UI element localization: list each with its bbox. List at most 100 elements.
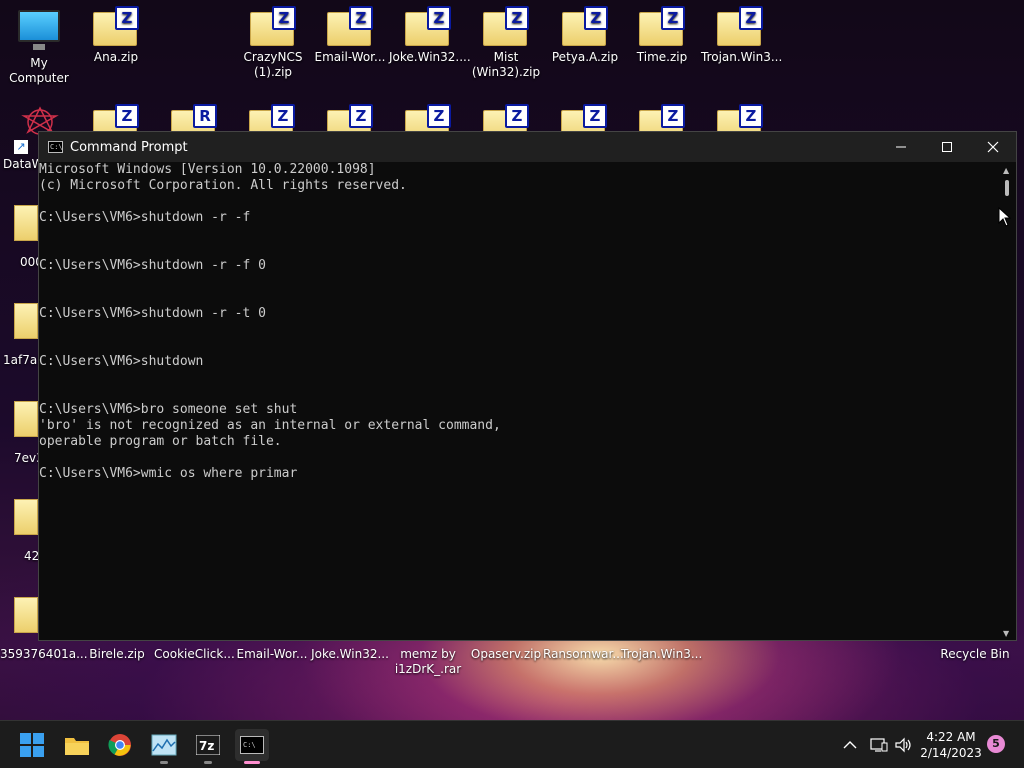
desktop-icon-label: Trojan.Win3... bbox=[701, 50, 783, 64]
desktop-icon-joke-win32-zip[interactable]: Z Joke.Win32.... bbox=[389, 6, 471, 65]
desktop-icon-time-zip[interactable]: Z Time.zip bbox=[623, 6, 701, 65]
terminal-icon: C:\ bbox=[240, 736, 264, 754]
task-manager-button[interactable] bbox=[147, 729, 181, 764]
zip-file-icon[interactable]: Z bbox=[326, 104, 374, 144]
console-line: C:\Users\VM6>shutdown -r -t 0 bbox=[39, 306, 266, 321]
console-line: C:\Users\VM6>shutdown -r -f 0 bbox=[39, 258, 266, 273]
zip-file-icon[interactable]: Z bbox=[482, 104, 530, 144]
file-explorer-button[interactable] bbox=[60, 729, 94, 761]
command-prompt-taskbar-button[interactable]: C:\ bbox=[235, 729, 269, 764]
desktop-icon-label[interactable]: Email-Wor... bbox=[232, 647, 312, 662]
console-output[interactable]: Microsoft Windows [Version 10.0.22000.10… bbox=[39, 162, 1000, 640]
console-line: (c) Microsoft Corporation. All rights re… bbox=[39, 178, 407, 193]
desktop-icon-label[interactable]: CookieClick... bbox=[154, 647, 235, 662]
desktop-icon-label[interactable]: Birele.zip bbox=[77, 647, 157, 662]
scrollbar-thumb[interactable] bbox=[1005, 180, 1009, 196]
start-button[interactable] bbox=[15, 729, 49, 761]
zip-file-icon[interactable]: Z bbox=[92, 104, 140, 144]
rar-file-icon[interactable]: R bbox=[170, 104, 218, 144]
folder-icon[interactable] bbox=[14, 401, 38, 437]
desktop-icon-petya-zip[interactable]: Z Petya.A.zip bbox=[546, 6, 624, 65]
console-line: Microsoft Windows [Version 10.0.22000.10… bbox=[39, 162, 376, 177]
vertical-scrollbar[interactable]: ▲ ▼ bbox=[999, 162, 1016, 640]
scroll-up-icon[interactable]: ▲ bbox=[1003, 166, 1009, 175]
desktop-icon-label: Email-Wor... bbox=[314, 50, 386, 64]
zip-file-icon[interactable]: Z bbox=[404, 104, 452, 144]
window-title: Command Prompt bbox=[70, 139, 188, 155]
7zip-icon: 7z bbox=[196, 735, 220, 755]
network-icon bbox=[870, 738, 888, 752]
shortcut-arrow-icon: ↗ bbox=[14, 140, 28, 154]
windows-logo-icon bbox=[20, 733, 44, 757]
console-line: 'bro' is not recognized as an internal o… bbox=[39, 418, 501, 433]
console-line: C:\Users\VM6>shutdown -r -f bbox=[39, 210, 251, 225]
chrome-icon bbox=[108, 734, 131, 756]
clock-date: 2/14/2023 bbox=[920, 746, 982, 760]
taskbar: 7z C:\ 4:22 AM 2/14/2023 bbox=[0, 720, 1024, 768]
desktop-icon-label[interactable]: Joke.Win32... bbox=[310, 647, 390, 662]
maximize-button[interactable] bbox=[924, 132, 970, 162]
minimize-icon bbox=[896, 146, 906, 148]
recycle-bin-label[interactable]: Recycle Bin bbox=[935, 647, 1015, 662]
desktop-icon-label: Mist (Win32).zip bbox=[471, 50, 541, 79]
console-line: C:\Users\VM6>shutdown bbox=[39, 354, 204, 369]
computer-icon bbox=[17, 8, 61, 52]
zip-file-icon: Z bbox=[716, 6, 764, 46]
desktop-icon-label[interactable]: 359376401a... bbox=[0, 647, 88, 662]
zip-file-icon[interactable]: Z bbox=[638, 104, 686, 144]
desktop-icon-label[interactable]: Ransomwar... bbox=[543, 647, 624, 662]
desktop-icon-ana-zip[interactable]: Z Ana.zip bbox=[77, 6, 155, 65]
minimize-button[interactable] bbox=[878, 132, 924, 162]
folder-icon[interactable] bbox=[14, 205, 38, 241]
cmd-app-icon: C:\ bbox=[48, 141, 63, 153]
zip-file-icon: Z bbox=[561, 6, 609, 46]
svg-text:7z: 7z bbox=[199, 739, 214, 753]
notification-badge[interactable]: 5 bbox=[987, 735, 1005, 753]
desktop-icon-crazyncs-zip[interactable]: Z CrazyNCS (1).zip bbox=[234, 6, 312, 80]
zip-file-icon: Z bbox=[638, 6, 686, 46]
desktop-icon-email-worm-zip[interactable]: Z Email-Wor... bbox=[311, 6, 389, 65]
desktop-icon-label: CrazyNCS (1).zip bbox=[243, 50, 303, 79]
console-line: operable program or batch file. bbox=[39, 434, 282, 449]
7zip-button[interactable]: 7z bbox=[191, 729, 225, 764]
desktop-icon-label: Joke.Win32.... bbox=[389, 50, 471, 64]
command-prompt-window[interactable]: C:\ Command Prompt Microsoft Windows [Ve… bbox=[38, 131, 1017, 641]
close-icon bbox=[987, 141, 999, 153]
task-manager-icon bbox=[151, 734, 177, 756]
taskbar-clock[interactable]: 4:22 AM 2/14/2023 bbox=[912, 729, 990, 761]
show-hidden-icons-button[interactable] bbox=[835, 729, 865, 761]
zip-file-icon[interactable]: Z bbox=[716, 104, 764, 144]
desktop-icon-trojan-win3-zip[interactable]: Z Trojan.Win3... bbox=[701, 6, 783, 65]
zip-file-icon: Z bbox=[326, 6, 374, 46]
console-line: C:\Users\VM6>wmic os where primar bbox=[39, 466, 298, 481]
zip-file-icon: Z bbox=[249, 6, 297, 46]
desktop-icon-label: Time.zip bbox=[636, 50, 688, 64]
scroll-down-icon[interactable]: ▼ bbox=[1003, 629, 1009, 638]
zip-file-icon[interactable]: Z bbox=[248, 104, 296, 144]
desktop-icon-label[interactable]: Opaserv.zip bbox=[466, 647, 546, 662]
zip-file-icon[interactable]: Z bbox=[560, 104, 608, 144]
desktop-icon-mist-zip[interactable]: Z Mist (Win32).zip bbox=[467, 6, 545, 80]
desktop-icon-label: Petya.A.zip bbox=[551, 50, 619, 64]
zip-file-icon: Z bbox=[482, 6, 530, 46]
chevron-up-icon bbox=[843, 741, 857, 749]
clock-time: 4:22 AM bbox=[926, 730, 976, 744]
folder-icon[interactable] bbox=[14, 499, 38, 535]
chrome-button[interactable] bbox=[103, 729, 137, 761]
close-button[interactable] bbox=[970, 132, 1016, 162]
desktop-icon-label[interactable]: Trojan.Win3... bbox=[621, 647, 702, 662]
desktop-icon-my-computer[interactable]: My Computer bbox=[0, 8, 78, 86]
folder-icon[interactable] bbox=[14, 597, 38, 633]
folder-icon[interactable] bbox=[14, 303, 38, 339]
window-titlebar[interactable]: C:\ Command Prompt bbox=[39, 132, 1016, 162]
zip-file-icon: Z bbox=[404, 6, 452, 46]
desktop-icon-label[interactable]: memz by i1zDrK_.rar bbox=[388, 647, 468, 677]
